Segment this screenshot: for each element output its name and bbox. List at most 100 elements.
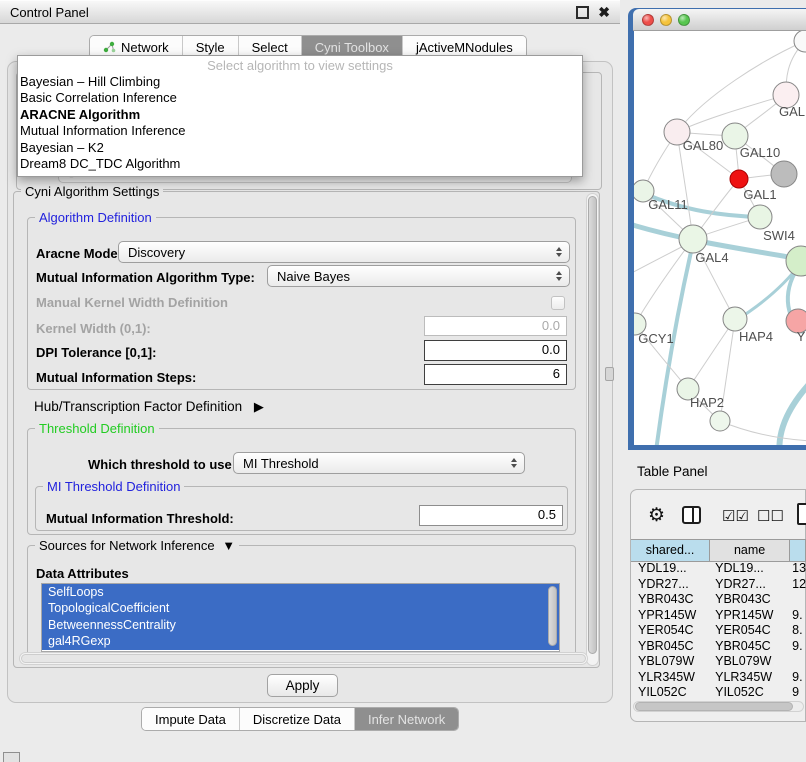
table-cell[interactable]: YBR043C xyxy=(631,592,710,608)
attributes-scrollbar-thumb[interactable] xyxy=(548,586,557,646)
table-cell[interactable]: 9 xyxy=(790,685,806,700)
algorithm-option-mutual-information-inference[interactable]: Mutual Information Inference xyxy=(18,123,582,139)
manual-kernel-label: Manual Kernel Width Definition xyxy=(36,295,228,310)
table-cell[interactable]: YPR145W xyxy=(631,608,710,624)
table-row[interactable]: YPR145WYPR145W9. xyxy=(631,608,806,624)
mi-steps-input[interactable]: 6 xyxy=(424,364,567,385)
aracne-mode-combobox[interactable]: Discovery xyxy=(118,241,570,263)
dpi-tolerance-input[interactable]: 0.0 xyxy=(424,340,567,361)
threshold-definition-title: Threshold Definition xyxy=(35,421,159,436)
column-header-shared[interactable]: shared... xyxy=(631,540,710,561)
close-window-icon[interactable] xyxy=(642,14,654,26)
settings-hscrollbar-thumb[interactable] xyxy=(21,654,586,663)
network-edge[interactable] xyxy=(779,381,806,445)
manual-kernel-checkbox[interactable] xyxy=(551,296,565,310)
kernel-width-input[interactable]: 0.0 xyxy=(424,316,567,336)
attribute-item-betweennesscentrality[interactable]: BetweennessCentrality xyxy=(42,617,559,633)
table-cell[interactable]: YIL052C xyxy=(710,685,790,700)
table-row[interactable]: YDL19...YDL19...13 xyxy=(631,561,806,577)
node-bottom-partial[interactable] xyxy=(710,411,730,431)
table-row[interactable]: YLR345WYLR345W9. xyxy=(631,670,806,686)
node-HAP2-label: HAP2 xyxy=(690,395,724,410)
table-row[interactable]: YDR27...YDR27...12 xyxy=(631,577,806,593)
document-icon[interactable] xyxy=(797,503,806,525)
table-row[interactable]: YBL079WYBL079W xyxy=(631,654,806,670)
split-panel-icon[interactable] xyxy=(682,506,701,524)
algorithm-option-bayesian-hill-climbing[interactable]: Bayesian – Hill Climbing xyxy=(18,74,582,90)
hub-definition-toggle[interactable]: Hub/Transcription Factor Definition ▶ xyxy=(34,399,264,415)
table-cell[interactable]: YBR045C xyxy=(710,639,790,655)
table-cell[interactable]: 9. xyxy=(790,670,806,686)
float-panel-icon[interactable] xyxy=(576,6,589,19)
network-canvas[interactable]: GALGAL80GAL10GAL1GAL11GAL4SWI4GCY1HAP4YH… xyxy=(634,31,806,445)
table-cell[interactable]: 9. xyxy=(790,608,806,624)
algorithm-option-dream8-dc-tdc-algorithm[interactable]: Dream8 DC_TDC Algorithm xyxy=(18,156,582,172)
table-cell[interactable]: YDR27... xyxy=(710,577,790,593)
table-row[interactable]: YBR043CYBR043C xyxy=(631,592,806,608)
aracne-mode-label: Aracne Mode: xyxy=(36,246,122,261)
table-cell[interactable] xyxy=(790,592,806,608)
node-GAL1[interactable] xyxy=(730,170,748,188)
table-cell[interactable]: YER054C xyxy=(631,623,710,639)
attribute-item-selfloops[interactable]: SelfLoops xyxy=(42,584,559,600)
bottom-tab-label: Infer Network xyxy=(368,712,445,727)
table-cell[interactable]: 13 xyxy=(790,561,806,577)
table-cell[interactable]: YDL19... xyxy=(710,561,790,577)
apply-button[interactable]: Apply xyxy=(267,674,338,697)
mi-type-combobox[interactable]: Naive Bayes xyxy=(267,265,570,287)
network-edge[interactable] xyxy=(688,319,735,389)
table-cell[interactable]: YDR27... xyxy=(631,577,710,593)
deselect-all-icon[interactable]: ☐☐ xyxy=(757,507,784,525)
node-HAP4[interactable] xyxy=(723,307,747,331)
bottom-tab-discretize-data[interactable]: Discretize Data xyxy=(239,708,354,730)
column-header-extra[interactable] xyxy=(790,540,806,561)
algorithm-option-aracne-algorithm[interactable]: ARACNE Algorithm xyxy=(18,107,582,123)
table-cell[interactable]: YBL079W xyxy=(710,654,790,670)
table-row[interactable]: YIL052CYIL052C9 xyxy=(631,685,806,700)
network-edge[interactable] xyxy=(720,421,806,441)
collapse-down-icon[interactable]: ▼ xyxy=(222,538,235,553)
close-panel-icon[interactable]: ✖ xyxy=(598,6,610,18)
algorithm-option-bayesian-k2[interactable]: Bayesian – K2 xyxy=(18,140,582,156)
table-cell[interactable]: YDL19... xyxy=(631,561,710,577)
table-cell[interactable]: YLR345W xyxy=(631,670,710,686)
table-row[interactable]: YBR045CYBR045C9. xyxy=(631,639,806,655)
node-gray[interactable] xyxy=(771,161,797,187)
zoom-window-icon[interactable] xyxy=(678,14,690,26)
minimize-window-icon[interactable] xyxy=(660,14,672,26)
mi-threshold-input[interactable]: 0.5 xyxy=(419,505,563,526)
select-all-icon[interactable]: ☑☑ xyxy=(722,507,749,525)
table-cell[interactable]: YBL079W xyxy=(631,654,710,670)
table-cell[interactable]: YLR345W xyxy=(710,670,790,686)
table-cell[interactable]: 8. xyxy=(790,623,806,639)
table-cell[interactable]: 9. xyxy=(790,639,806,655)
column-header-name[interactable]: name xyxy=(710,540,790,561)
gear-icon[interactable]: ⚙ xyxy=(648,504,665,527)
settings-scrollbar-thumb[interactable] xyxy=(588,196,597,654)
table-cell[interactable]: 12 xyxy=(790,577,806,593)
network-window-titlebar[interactable] xyxy=(633,9,806,31)
node-GAL80-label: GAL80 xyxy=(683,138,723,153)
table-cell[interactable] xyxy=(790,654,806,670)
table-hscrollbar-thumb[interactable] xyxy=(635,702,793,711)
node-SWI4[interactable] xyxy=(786,246,806,276)
bottom-tab-infer-network[interactable]: Infer Network xyxy=(354,708,458,730)
node-GAL4[interactable] xyxy=(679,225,707,253)
data-attributes-listbox[interactable]: SelfLoopsTopologicalCoefficientBetweenne… xyxy=(41,583,560,652)
table-cell[interactable]: YPR145W xyxy=(710,608,790,624)
table-cell[interactable]: YER054C xyxy=(710,623,790,639)
node-top-partial[interactable] xyxy=(794,31,806,52)
table-cell[interactable]: YIL052C xyxy=(631,685,710,700)
panel-splitter-grip[interactable] xyxy=(605,367,614,381)
attribute-item-topologicalcoefficient[interactable]: TopologicalCoefficient xyxy=(42,600,559,616)
expand-right-icon[interactable]: ▶ xyxy=(254,399,264,414)
which-threshold-combobox[interactable]: MI Threshold xyxy=(233,452,525,474)
table-cell[interactable]: YBR045C xyxy=(631,639,710,655)
bottom-corner-icon[interactable] xyxy=(3,752,20,762)
table-cell[interactable]: YBR043C xyxy=(710,592,790,608)
node-green-mid[interactable] xyxy=(748,205,772,229)
table-row[interactable]: YER054CYER054C8. xyxy=(631,623,806,639)
algorithm-option-basic-correlation-inference[interactable]: Basic Correlation Inference xyxy=(18,90,582,106)
attribute-item-gal4rgexp[interactable]: gal4RGexp xyxy=(42,633,559,649)
bottom-tab-impute-data[interactable]: Impute Data xyxy=(142,708,239,730)
